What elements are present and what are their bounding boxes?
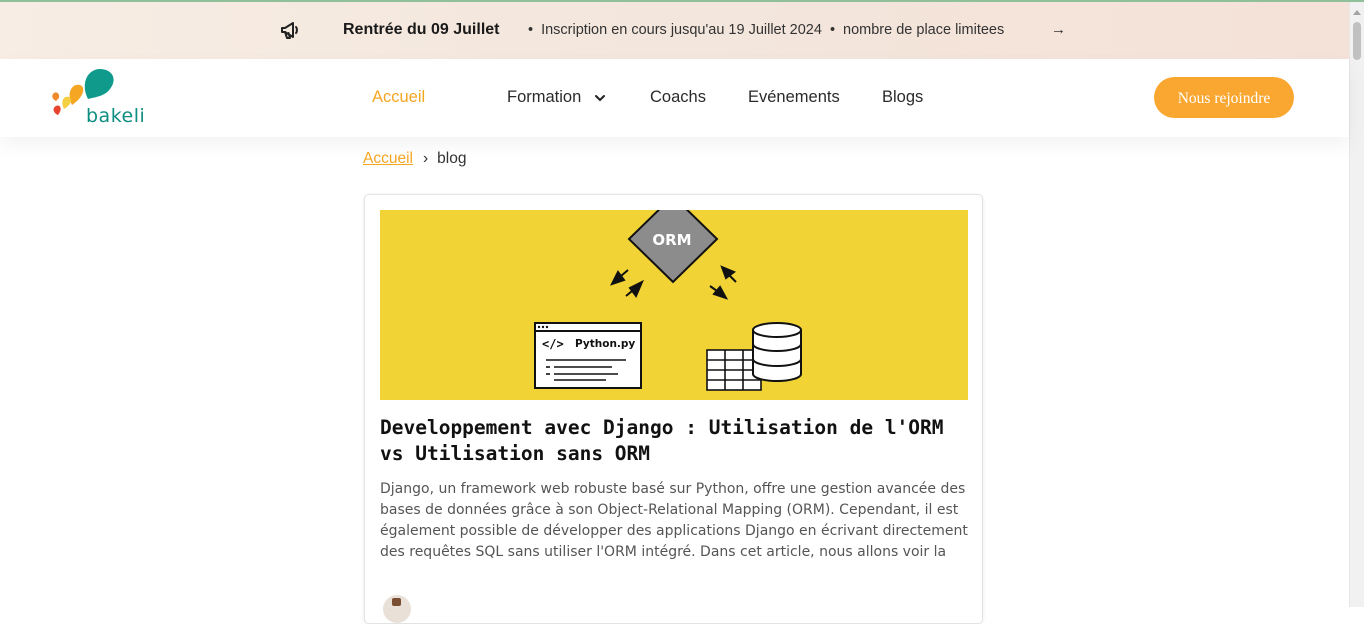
breadcrumb-home-link[interactable]: Accueil <box>363 150 413 167</box>
nav-evenements[interactable]: Evénements <box>748 88 840 107</box>
python-file-icon: </> Python.py <box>534 322 642 389</box>
breadcrumb: Accueil › blog <box>363 150 466 168</box>
scrollbar-thumb[interactable] <box>1353 22 1361 60</box>
nav-accueil[interactable]: Accueil <box>372 88 425 107</box>
brand-name: bakeli <box>86 105 146 127</box>
orm-label: ORM <box>652 231 691 249</box>
double-arrow-right-icon <box>709 265 737 300</box>
blog-post-card[interactable]: ORM </> Python.py Developpement avec Dja… <box>364 194 983 624</box>
nav-formation[interactable]: Formation <box>507 88 606 107</box>
orm-illustration: ORM </> Python.py <box>534 210 802 391</box>
orm-diamond-icon: ORM <box>627 210 719 284</box>
author-avatar <box>383 595 411 623</box>
breadcrumb-current: blog <box>437 150 467 167</box>
announcement-bar: Rentrée du 09 Juillet • Inscription en co… <box>0 2 1349 59</box>
nav-blogs[interactable]: Blogs <box>882 88 923 107</box>
post-title[interactable]: Developpement avec Django : Utilisation … <box>380 415 970 467</box>
database-icon <box>752 322 802 382</box>
bullet-1: • <box>528 22 534 38</box>
join-button[interactable]: Nous rejoindre <box>1154 77 1294 118</box>
announcement-info: • Inscription en cours jusqu'au 19 Juille… <box>528 22 1004 38</box>
announcement-info-1: Inscription en cours jusqu'au 19 Juillet… <box>541 22 822 38</box>
bullet-2: • <box>829 22 836 38</box>
vertical-scrollbar[interactable] <box>1349 2 1364 607</box>
double-arrow-left-icon <box>610 269 644 298</box>
main-navbar: bakeli Accueil Formation Coachs Evénemen… <box>0 59 1349 137</box>
code-glyph: </> <box>542 337 564 351</box>
bakeli-logo[interactable]: bakeli <box>50 69 150 131</box>
announcement-info-2: nombre de place limitees <box>843 22 1005 38</box>
nav-formation-label: Formation <box>507 88 582 106</box>
post-cover-image[interactable]: ORM </> Python.py <box>380 210 968 400</box>
breadcrumb-separator-icon: › <box>422 150 429 167</box>
scroll-up-icon[interactable] <box>1353 10 1361 15</box>
announcement-arrow-link[interactable]: → <box>1051 21 1066 38</box>
announcement-headline: Rentrée du 09 Juillet <box>343 21 500 38</box>
post-excerpt: Django, un framework web robuste basé su… <box>380 481 968 560</box>
chevron-down-icon <box>594 94 605 102</box>
nav-coachs[interactable]: Coachs <box>650 88 706 107</box>
megaphone-icon <box>281 22 298 39</box>
python-file-label: Python.py <box>575 338 635 350</box>
